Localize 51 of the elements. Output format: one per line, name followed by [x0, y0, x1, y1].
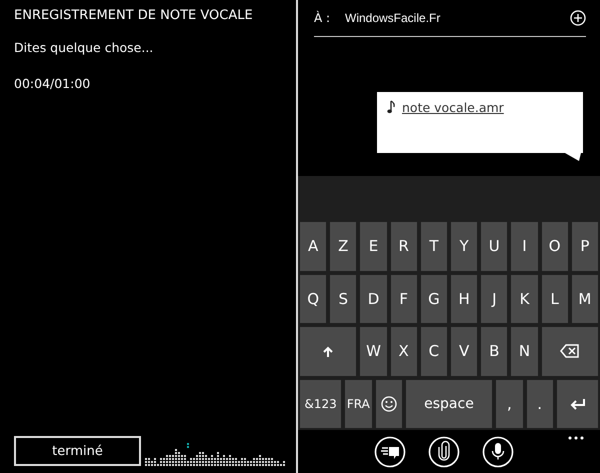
- space-key[interactable]: espace: [406, 380, 492, 428]
- more-icon[interactable]: [568, 436, 584, 440]
- prompt-text: Dites quelque chose...: [14, 40, 154, 55]
- key[interactable]: F: [390, 274, 417, 323]
- key[interactable]: O: [542, 222, 568, 270]
- elapsed-time: 00:04/01:00: [14, 76, 92, 91]
- attachment-link[interactable]: note vocale.amr: [402, 100, 504, 115]
- key[interactable]: I: [511, 222, 538, 270]
- key[interactable]: E: [360, 222, 387, 270]
- key[interactable]: C: [420, 327, 447, 376]
- backspace-icon: [560, 343, 580, 360]
- key[interactable]: K: [511, 274, 538, 323]
- to-label: À :: [314, 11, 332, 25]
- key[interactable]: L: [542, 274, 568, 323]
- music-note-icon: [387, 100, 396, 114]
- key[interactable]: R: [390, 222, 417, 270]
- key[interactable]: P: [572, 222, 598, 270]
- recorder-title: ENREGISTREMENT DE NOTE VOCALE: [14, 8, 254, 23]
- enter-icon: [568, 396, 586, 411]
- add-icon[interactable]: [570, 10, 586, 26]
- key[interactable]: M: [572, 274, 598, 323]
- key[interactable]: ,: [496, 380, 522, 428]
- key[interactable]: T: [420, 222, 447, 270]
- key[interactable]: S: [330, 274, 356, 323]
- key[interactable]: [376, 380, 402, 428]
- key[interactable]: J: [481, 274, 508, 323]
- paperclip-icon[interactable]: [428, 436, 460, 468]
- key[interactable]: FRA: [345, 380, 372, 428]
- key[interactable]: U: [481, 222, 508, 270]
- key[interactable]: V: [451, 327, 478, 376]
- smiley-icon: [380, 396, 397, 412]
- key[interactable]: B: [481, 327, 508, 376]
- key[interactable]: .: [526, 380, 553, 428]
- shift-icon: [321, 344, 336, 358]
- key[interactable]: Y: [451, 222, 478, 270]
- key[interactable]: [542, 327, 598, 376]
- done-button[interactable]: terminé: [14, 436, 141, 466]
- key[interactable]: G: [420, 274, 447, 323]
- key[interactable]: D: [360, 274, 387, 323]
- recipient-field[interactable]: WindowsFacile.Fr: [345, 11, 570, 25]
- key[interactable]: X: [390, 327, 417, 376]
- microphone-icon[interactable]: [482, 436, 514, 468]
- key[interactable]: &123: [300, 380, 342, 428]
- key[interactable]: A: [300, 222, 326, 270]
- key[interactable]: [556, 380, 598, 428]
- key[interactable]: H: [451, 274, 478, 323]
- key[interactable]: W: [360, 327, 387, 376]
- key[interactable]: N: [511, 327, 538, 376]
- send-icon[interactable]: [374, 436, 406, 468]
- key[interactable]: Q: [300, 274, 326, 323]
- key[interactable]: Z: [330, 222, 356, 270]
